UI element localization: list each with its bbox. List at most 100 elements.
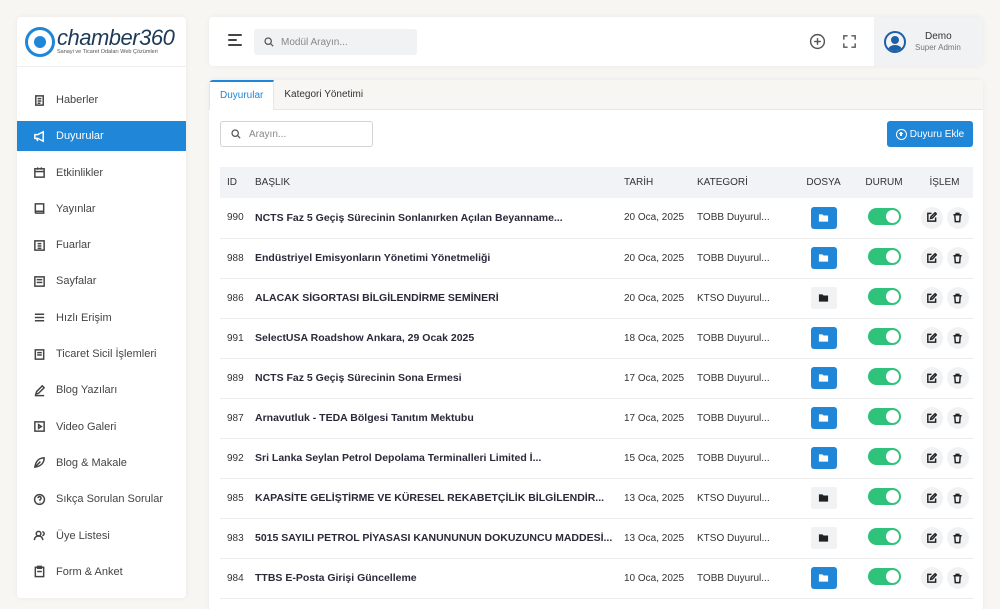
- cell-title[interactable]: Endüstriyel Emisyonların Yönetimi Yönetm…: [248, 238, 617, 278]
- trash-icon[interactable]: [946, 206, 969, 229]
- cell-title[interactable]: SelectUSA Roadshow Ankara, 29 Ocak 2025: [248, 318, 617, 358]
- edit-icon[interactable]: [920, 567, 943, 589]
- sidebar-item-12[interactable]: Üye Listesi: [17, 521, 186, 551]
- folder-icon[interactable]: [810, 247, 837, 269]
- folder-icon[interactable]: [810, 367, 837, 389]
- folder-icon[interactable]: [810, 567, 837, 589]
- column-header-date[interactable]: TARİH: [617, 167, 690, 198]
- table-row[interactable]: 988 Endüstriyel Emisyonların Yönetimi Yön…: [220, 238, 973, 278]
- folder-icon[interactable]: [810, 287, 837, 309]
- edit-icon[interactable]: [920, 327, 943, 349]
- status-toggle[interactable]: [867, 568, 901, 585]
- folder-icon[interactable]: [810, 206, 837, 229]
- add-circle-icon[interactable]: [809, 33, 826, 50]
- sidebar-item-11[interactable]: Sıkça Sorulan Sorular: [17, 484, 186, 514]
- edit-icon[interactable]: [920, 206, 943, 229]
- menu-toggle-icon[interactable]: [228, 34, 242, 48]
- sidebar-item-5[interactable]: Sayfalar: [17, 266, 186, 296]
- sidebar-item-3[interactable]: Yayınlar: [17, 194, 186, 224]
- add-announcement-button[interactable]: Duyuru Ekle: [887, 121, 973, 147]
- sidebar-item-8[interactable]: Blog Yazıları: [17, 375, 186, 405]
- cell-title[interactable]: 5015 SAYILI PETROL PİYASASI KANUNUNUN DO…: [248, 518, 617, 558]
- column-header-status[interactable]: DURUM: [852, 167, 916, 198]
- sidebar-item-label: Video Galeri: [56, 420, 117, 433]
- table-row[interactable]: 986 ALACAK SİGORTASI BİLGİLENDİRME SEMİNE…: [220, 278, 973, 318]
- folder-icon[interactable]: [810, 407, 837, 429]
- trash-icon[interactable]: [946, 407, 969, 429]
- module-search-input[interactable]: [281, 36, 411, 48]
- status-toggle[interactable]: [867, 328, 901, 345]
- sidebar-item-10[interactable]: Blog & Makale: [17, 448, 186, 478]
- table-row[interactable]: 984 TTBS E-Posta Girişi Güncelleme 10 Oca,…: [220, 558, 973, 598]
- folder-icon[interactable]: [810, 447, 837, 469]
- table-row[interactable]: 983 5015 SAYILI PETROL PİYASASI KANUNUNUN…: [220, 518, 973, 558]
- folder-icon[interactable]: [810, 327, 837, 349]
- sidebar-item-6[interactable]: Hızlı Erişim: [17, 303, 186, 333]
- sidebar-item-0[interactable]: Haberler: [17, 85, 186, 115]
- document-icon: [33, 348, 46, 361]
- status-toggle[interactable]: [867, 368, 901, 385]
- status-toggle[interactable]: [867, 448, 901, 465]
- fullscreen-icon[interactable]: [841, 33, 858, 50]
- table-row[interactable]: 989 NCTS Faz 5 Geçiş Sürecinin Sona Ermes…: [220, 358, 973, 398]
- tab-kategori-yonetimi[interactable]: Kategori Yönetimi: [274, 80, 373, 110]
- cell-title[interactable]: TTBS E-Posta Girişi Güncelleme: [248, 558, 617, 598]
- trash-icon[interactable]: [946, 327, 969, 349]
- sidebar-item-4[interactable]: Fuarlar: [17, 230, 186, 260]
- video-icon: [33, 420, 46, 433]
- trash-icon[interactable]: [946, 287, 969, 309]
- edit-icon[interactable]: [920, 407, 943, 429]
- trash-icon[interactable]: [946, 527, 969, 549]
- edit-icon[interactable]: [920, 447, 943, 469]
- sidebar-item-7[interactable]: Ticaret Sicil İşlemleri: [17, 339, 186, 369]
- module-search[interactable]: [254, 29, 417, 55]
- table-search[interactable]: [220, 121, 373, 147]
- brand-logo[interactable]: chamber360 Sanayi ve Ticaret Odaları Web…: [17, 17, 186, 67]
- sidebar-item-9[interactable]: Video Galeri: [17, 412, 186, 442]
- status-toggle[interactable]: [867, 528, 901, 545]
- cell-title[interactable]: ALACAK SİGORTASI BİLGİLENDİRME SEMİNERİ: [248, 278, 617, 318]
- column-header-title[interactable]: BAŞLIK: [248, 167, 617, 198]
- status-toggle[interactable]: [867, 488, 901, 505]
- table-search-input[interactable]: [249, 128, 369, 140]
- edit-icon[interactable]: [920, 487, 943, 509]
- column-header-file[interactable]: DOSYA: [795, 167, 852, 198]
- cell-title[interactable]: Sri Lanka Seylan Petrol Depolama Termina…: [248, 438, 617, 478]
- cell-title[interactable]: KAPASİTE GELİŞTİRME VE KÜRESEL REKABETÇİ…: [248, 478, 617, 518]
- table-row[interactable]: 991 SelectUSA Roadshow Ankara, 29 Ocak 20…: [220, 318, 973, 358]
- table-row[interactable]: 992 Sri Lanka Seylan Petrol Depolama Term…: [220, 438, 973, 478]
- add-announcement-label: Duyuru Ekle: [909, 128, 965, 140]
- edit-icon[interactable]: [920, 527, 943, 549]
- cell-title[interactable]: NCTS Faz 5 Geçiş Sürecinin Sona Ermesi: [248, 358, 617, 398]
- user-menu[interactable]: Demo Super Admin: [874, 17, 983, 66]
- trash-icon[interactable]: [946, 447, 969, 469]
- trash-icon[interactable]: [946, 247, 969, 269]
- edit-icon[interactable]: [920, 367, 943, 389]
- trash-icon[interactable]: [946, 567, 969, 589]
- cell-id: 985: [227, 492, 244, 504]
- folder-icon[interactable]: [810, 527, 837, 549]
- sidebar-item-13[interactable]: Form & Anket: [17, 557, 186, 587]
- clipboard-icon: [33, 565, 46, 578]
- cell-title[interactable]: Arnavutluk - TEDA Bölgesi Tanıtım Mektub…: [248, 398, 617, 438]
- edit-icon[interactable]: [920, 287, 943, 309]
- trash-icon[interactable]: [946, 367, 969, 389]
- column-header-actions: İŞLEM: [929, 177, 960, 188]
- column-header-category[interactable]: KATEGORİ: [690, 167, 795, 198]
- cell-date: 10 Oca, 2025: [624, 572, 685, 584]
- tab-duyurular[interactable]: Duyurular: [209, 80, 275, 110]
- trash-icon[interactable]: [946, 487, 969, 509]
- table-row[interactable]: 987 Arnavutluk - TEDA Bölgesi Tanıtım Mek…: [220, 398, 973, 438]
- sidebar-item-1[interactable]: Duyurular: [17, 121, 186, 152]
- table-row[interactable]: 990 NCTS Faz 5 Geçiş Sürecinin Sonlanırke…: [220, 198, 973, 238]
- status-toggle[interactable]: [867, 207, 901, 225]
- cell-title[interactable]: NCTS Faz 5 Geçiş Sürecinin Sonlanırken A…: [248, 198, 617, 238]
- folder-icon[interactable]: [810, 487, 837, 509]
- status-toggle[interactable]: [867, 248, 901, 265]
- sidebar-item-2[interactable]: Etkinlikler: [17, 158, 186, 188]
- table-row[interactable]: 985 KAPASİTE GELİŞTİRME VE KÜRESEL REKABE…: [220, 478, 973, 518]
- status-toggle[interactable]: [867, 408, 901, 425]
- edit-icon[interactable]: [920, 247, 943, 269]
- status-toggle[interactable]: [867, 288, 901, 305]
- column-header-id[interactable]: ID: [220, 167, 248, 198]
